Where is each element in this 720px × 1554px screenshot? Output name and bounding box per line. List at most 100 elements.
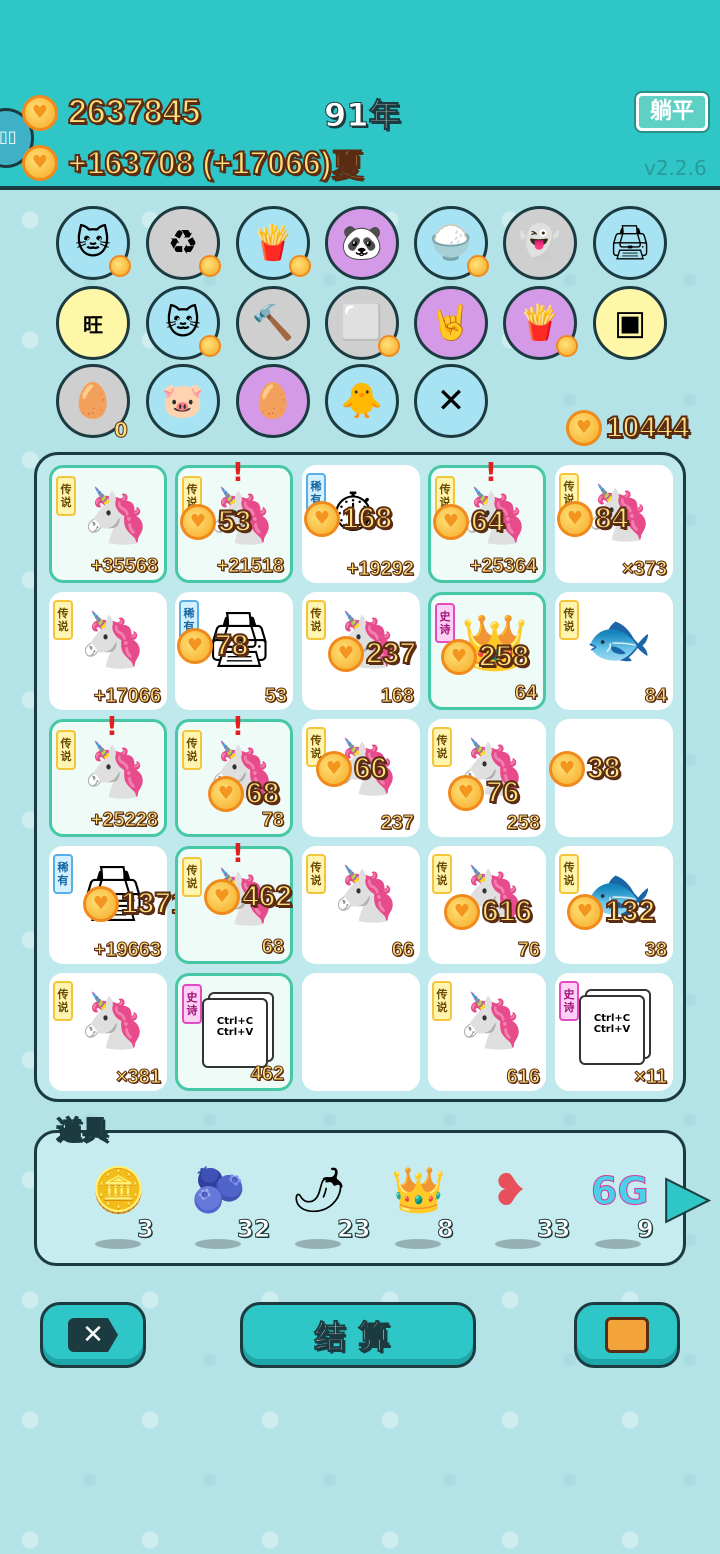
rarity-tag: 稀有 (53, 854, 73, 894)
coin-icon (22, 145, 58, 181)
panda-icon[interactable]: 🐼 (325, 206, 399, 280)
prop-item[interactable]: 6G 9 (581, 1163, 661, 1253)
fries-icon[interactable]: 🍟 (236, 206, 311, 280)
board-tile[interactable]: 史诗 Ctrl+C Ctrl+V ×11 (555, 973, 673, 1091)
board-tile[interactable]: ! 传说 🦄 462 68 (175, 839, 293, 964)
board-tile[interactable]: 传说 🦄 237 168 (302, 592, 420, 710)
board-tile[interactable]: ! 传说 🦄 64 +25364 (428, 458, 546, 583)
board-tile[interactable]: 传说 🦄 76 258 (428, 719, 546, 837)
board-tile[interactable]: 传说 🐟 84 (555, 592, 673, 710)
board-tile[interactable]: 传说 🦄 616 76 (428, 846, 546, 964)
settle-button[interactable]: 结算 (240, 1302, 476, 1368)
prop-item[interactable]: 🫐 32 (181, 1163, 271, 1253)
rarity-tag: 传说 (56, 476, 76, 516)
gain-value: 168 (341, 501, 393, 536)
board-tile[interactable]: ! 传说 🦄 53 +21518 (175, 458, 293, 583)
next-arrow-icon[interactable]: ▶ (665, 1164, 710, 1230)
board-tile[interactable]: ! 传说 🦄 68 78 (175, 712, 293, 837)
coin-icon (378, 335, 400, 357)
coin-icon (556, 335, 578, 357)
tile-value: ×381 (115, 1066, 161, 1089)
board-tile[interactable]: 传说 🦄 66 (302, 846, 420, 964)
rarity-tag: 传说 (306, 600, 326, 640)
coin-gain: 168 (304, 501, 393, 537)
coin-icon (448, 775, 484, 811)
board-tile[interactable]: 史诗 Ctrl+C Ctrl+V 462 (175, 973, 293, 1091)
board-tile[interactable]: 稀有 ⏱ 168 +19292 (302, 465, 420, 583)
fries-icon[interactable]: 🍟 (503, 286, 578, 360)
board-tile[interactable]: ! 传说 🦄 +25228 (49, 712, 167, 837)
coin-icon (180, 504, 216, 540)
money-value: 2637845 (67, 92, 201, 132)
coin-gain: 84 (557, 501, 629, 537)
tile-value: 68 (261, 936, 284, 959)
prop-item[interactable]: 👑 8 (381, 1163, 461, 1253)
gain-value: 64 (470, 504, 505, 539)
sugar-cubes-icon[interactable]: ⬜ (325, 286, 400, 360)
income-value: +163708 (+17066) (67, 144, 332, 182)
bag-button[interactable] (574, 1302, 680, 1368)
coin-gain: 66 (316, 751, 388, 787)
boiled-egg-icon[interactable]: 🥚 (236, 364, 310, 438)
gain-value: 76 (485, 775, 520, 810)
wang-icon[interactable]: 旺 (56, 286, 130, 360)
rice-bowl-icon[interactable]: 🍚 (414, 206, 489, 280)
board-tile[interactable]: 传说 🦄 +35568 (49, 465, 167, 583)
close-button[interactable]: ✕ (40, 1302, 146, 1368)
prop-item[interactable]: 🌶 23 (281, 1163, 371, 1253)
chopsticks-icon[interactable]: ✕ (414, 364, 488, 438)
cat-icon[interactable]: 🐱 (56, 206, 131, 280)
rarity-tag: 史诗 (559, 981, 579, 1021)
board-tile[interactable]: 史诗 👑 258 64 (428, 592, 546, 710)
board-tile[interactable]: 传说 🐟 132 38 (555, 846, 673, 964)
rarity-tag: 传说 (182, 857, 202, 897)
hammer-icon[interactable]: 🔨 (236, 286, 310, 360)
gain-value: 53 (217, 504, 252, 539)
board-tile[interactable]: 传说 🦄 ×381 (49, 973, 167, 1091)
unicorn-icon: 🦄 (458, 989, 526, 1052)
coin-icon (444, 894, 480, 930)
coin-icon (304, 501, 340, 537)
rarity-tag: 传说 (559, 600, 579, 640)
unicorn-icon: 🦄 (82, 738, 150, 801)
ghost-icon[interactable]: 👻 (503, 206, 577, 280)
board-tile[interactable]: 传说 🦄 66 237 (302, 719, 420, 837)
board-tile[interactable]: 传说 🦄 616 (428, 973, 546, 1091)
props-title: 道具 (55, 1116, 109, 1147)
refresh-icon[interactable]: ♻ (146, 206, 221, 280)
total-coins-value: 10444 (605, 410, 690, 445)
coin-icon (567, 894, 603, 930)
printer-icon[interactable]: 🖨 (593, 206, 667, 280)
rock-hand-icon[interactable]: 🤘 (414, 286, 488, 360)
rarity-tag: 史诗 (182, 984, 202, 1024)
board-tile[interactable]: 38 (549, 719, 673, 837)
close-icon: ✕ (68, 1318, 118, 1352)
coin-icon (208, 776, 244, 812)
prop-count: 9 (637, 1215, 655, 1244)
piggy-bank-icon[interactable]: 🐷 (146, 364, 220, 438)
gain-value: 258 (478, 639, 530, 674)
board-tile[interactable]: 稀有 🖨 78 53 (175, 592, 293, 710)
total-coins: 10444 (566, 410, 690, 446)
gain-value: 38 (586, 751, 621, 786)
prop-item[interactable]: ❥ 33 (481, 1163, 571, 1253)
lie-flat-button[interactable]: 躺平 (636, 93, 708, 131)
board-tile[interactable]: 传说 🦄 84 ×373 (555, 465, 673, 583)
tile-value: 462 (250, 1063, 284, 1086)
unicorn-icon: 🦄 (82, 484, 150, 547)
coin-gain: 76 (448, 775, 520, 811)
tile-value: +21518 (216, 555, 284, 578)
6g-icon: 6G (591, 1169, 650, 1214)
chick-icon[interactable]: 🐥 (325, 364, 399, 438)
tile-value: +19663 (93, 939, 161, 962)
board-tile[interactable]: 传说 🦄 +17066 (49, 592, 167, 710)
tile-value: ×11 (634, 1066, 668, 1089)
board-tile-empty[interactable] (302, 973, 420, 1091)
prop-count: 8 (437, 1215, 455, 1244)
cat-icon[interactable]: 🐱 (146, 286, 221, 360)
board-tile[interactable]: 稀有 🖨 1371 +19663 (49, 846, 189, 964)
tile-value: 76 (517, 939, 540, 962)
coin-gain: 237 (328, 636, 417, 672)
cpu-icon[interactable]: ▣ (593, 286, 667, 360)
prop-item[interactable]: 🪙 3 (81, 1163, 161, 1253)
